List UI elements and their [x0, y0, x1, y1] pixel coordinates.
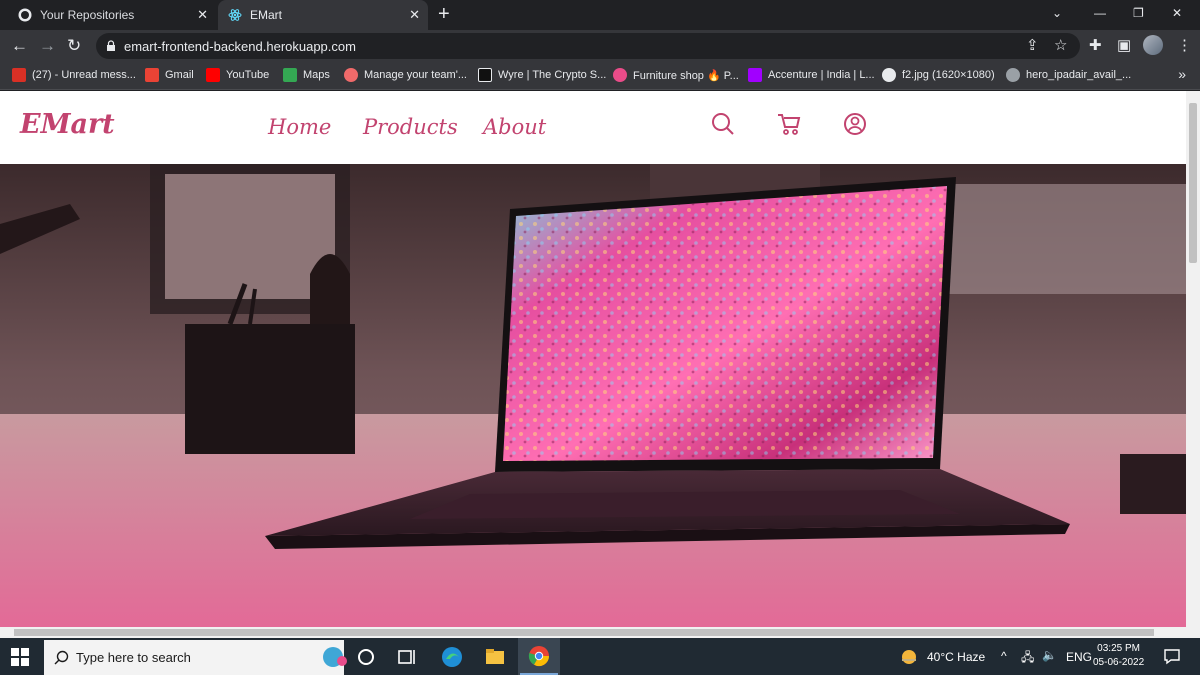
new-tab-button[interactable]: +	[438, 4, 450, 24]
asana-icon	[344, 68, 358, 82]
cart-icon[interactable]	[776, 111, 802, 137]
zomato-icon	[12, 68, 26, 82]
share-icon[interactable]: ⇪	[1026, 36, 1039, 54]
windows-taskbar: Type here to search 40°C Haze ^ 🖧 🔈 ENG …	[0, 638, 1200, 675]
search-highlight-icon	[323, 647, 347, 667]
bookmark-item[interactable]: Gmail	[145, 68, 194, 82]
accenture-icon	[748, 68, 762, 82]
notification-icon[interactable]	[1163, 647, 1181, 665]
browser-toolbar: ← → ↻ emart-frontend-backend.herokuapp.c…	[0, 30, 1200, 62]
network-icon[interactable]: 🖧	[1021, 648, 1034, 669]
tray-chevron-icon[interactable]: ^	[1001, 649, 1007, 663]
back-icon[interactable]: ←	[11, 36, 28, 56]
weather-text[interactable]: 40°C Haze	[927, 650, 985, 664]
bookmark-item[interactable]: (27) - Unread mess...	[12, 68, 136, 82]
menu-icon[interactable]: ⋮	[1177, 36, 1192, 54]
bookmark-item[interactable]: Maps	[283, 68, 330, 82]
clock[interactable]: 03:25 PM 05-06-2022	[1093, 642, 1144, 670]
page-viewport: EMart Home Products About	[0, 91, 1186, 627]
globe-icon	[882, 68, 896, 82]
tab-search-chevron-icon[interactable]: ⌄	[1052, 6, 1062, 20]
bookmark-item[interactable]: YouTube	[206, 68, 269, 82]
vertical-scrollbar[interactable]	[1186, 91, 1200, 638]
wyre-icon	[478, 68, 492, 82]
language-indicator[interactable]: ENG	[1066, 650, 1092, 664]
close-window-icon[interactable]: ✕	[1172, 6, 1182, 20]
task-view-icon[interactable]	[396, 646, 418, 668]
edge-icon[interactable]	[441, 646, 463, 668]
minimize-icon[interactable]: —	[1094, 6, 1106, 20]
github-icon	[18, 8, 32, 22]
gmail-icon	[145, 68, 159, 82]
user-icon[interactable]	[842, 111, 868, 137]
brand-logo[interactable]: EMart	[20, 109, 115, 140]
tab-strip: Your Repositories ✕ EMart ✕ + ⌄ — ❐ ✕	[0, 0, 1200, 30]
address-bar[interactable]: emart-frontend-backend.herokuapp.com	[96, 33, 1080, 59]
scrollbar-thumb[interactable]	[1189, 103, 1197, 263]
search-placeholder: Type here to search	[76, 650, 191, 665]
search-icon	[54, 650, 69, 665]
search-icon[interactable]	[710, 111, 736, 137]
cortana-icon[interactable]	[355, 646, 377, 668]
file-explorer-icon[interactable]	[484, 646, 506, 668]
bookmarks-bar: (27) - Unread mess... Gmail YouTube Maps…	[0, 62, 1200, 90]
tab-your-repositories[interactable]: Your Repositories ✕	[8, 0, 216, 30]
bookmark-item[interactable]: Wyre | The Crypto S...	[478, 68, 606, 82]
tab-emart[interactable]: EMart ✕	[218, 0, 428, 30]
reload-icon[interactable]: ↻	[67, 36, 81, 56]
lock-icon	[107, 40, 115, 51]
nav-products[interactable]: Products	[363, 115, 458, 139]
hero-illustration	[0, 164, 1186, 627]
tab-title: Your Repositories	[40, 8, 135, 22]
time-text: 03:25 PM	[1097, 643, 1140, 654]
close-tab-icon[interactable]: ✕	[197, 7, 208, 23]
bookmark-item[interactable]: Furniture shop 🔥 P...	[613, 68, 739, 82]
nav-about[interactable]: About	[483, 115, 546, 139]
close-tab-icon[interactable]: ✕	[409, 7, 420, 23]
apple-icon	[1006, 68, 1020, 82]
site-header: EMart Home Products About	[0, 91, 1186, 164]
windows-start-icon[interactable]	[10, 647, 30, 667]
bookmark-item[interactable]: Accenture | India | L...	[748, 68, 875, 82]
side-panel-icon[interactable]: ▣	[1117, 36, 1131, 54]
bookmark-item[interactable]: Manage your team'...	[344, 68, 467, 82]
more-bookmarks-icon[interactable]: »	[1178, 66, 1186, 82]
tab-title: EMart	[250, 8, 283, 22]
restore-icon[interactable]: ❐	[1133, 6, 1144, 20]
url-text: emart-frontend-backend.herokuapp.com	[124, 38, 356, 54]
profile-avatar[interactable]	[1143, 35, 1163, 55]
bookmark-star-icon[interactable]: ☆	[1054, 36, 1067, 54]
bookmark-item[interactable]: hero_ipadair_avail_...	[1006, 68, 1131, 82]
youtube-icon	[206, 68, 220, 82]
nav-home[interactable]: Home	[268, 115, 331, 139]
react-icon	[228, 8, 242, 22]
taskbar-search-input[interactable]: Type here to search	[44, 640, 347, 675]
chrome-taskbar-item[interactable]	[518, 638, 560, 675]
hero-laptop-image	[0, 164, 1186, 627]
forward-icon[interactable]: →	[39, 36, 56, 56]
scrollbar-thumb[interactable]	[14, 629, 1154, 636]
dribbble-icon	[613, 68, 627, 82]
maps-icon	[283, 68, 297, 82]
bookmark-item[interactable]: f2.jpg (1620×1080)	[882, 68, 995, 82]
chrome-icon	[528, 646, 550, 667]
horizontal-scrollbar[interactable]	[0, 627, 1186, 638]
weather-haze-icon[interactable]	[899, 647, 919, 667]
date-text: 05-06-2022	[1093, 657, 1145, 668]
volume-icon[interactable]: 🔈	[1042, 648, 1057, 662]
extensions-icon[interactable]: ✚	[1089, 36, 1102, 54]
